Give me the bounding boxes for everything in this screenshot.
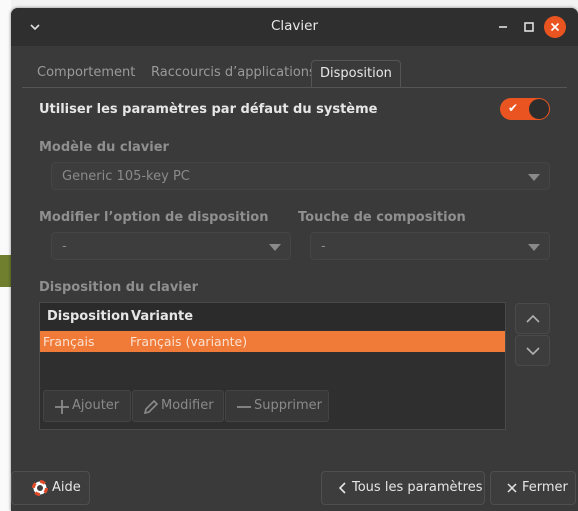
tab-layout[interactable]: Disposition [311, 60, 401, 87]
all-settings-button[interactable]: Tous les paramètres [321, 471, 485, 505]
keyboard-settings-window: Clavier Comportement Raccourcis d’applic… [11, 8, 578, 511]
layout-option-select[interactable]: - [51, 232, 291, 260]
column-header-layout[interactable]: Disposition [47, 309, 129, 324]
layouts-list: Disposition Variante Français Français (… [39, 302, 506, 430]
compose-key-select[interactable]: - [310, 232, 550, 260]
help-label: Aide [52, 480, 81, 495]
remove-layout-label: Supprimer [254, 398, 322, 413]
keyboard-model-label: Modèle du clavier [39, 140, 169, 155]
keyboard-model-value: Generic 105-key PC [62, 169, 190, 184]
row-layout-cell: Français [43, 334, 95, 349]
all-settings-label: Tous les paramètres [352, 480, 483, 495]
pencil-icon [143, 399, 159, 415]
close-button[interactable]: Fermer [490, 471, 576, 505]
chevron-up-icon [526, 314, 540, 323]
add-layout-label: Ajouter [72, 398, 120, 413]
layout-option-label: Modifier l’option de disposition [39, 210, 269, 225]
close-icon [507, 483, 517, 493]
row-variant-cell: Français (variante) [130, 334, 248, 349]
close-window-button[interactable] [544, 16, 566, 38]
layout-option-value: - [62, 239, 67, 254]
tab-behavior[interactable]: Comportement [29, 60, 143, 86]
move-down-button[interactable] [515, 335, 550, 366]
check-icon: ✔ [508, 101, 519, 115]
close-icon [550, 22, 560, 32]
close-label: Fermer [522, 480, 568, 495]
system-defaults-label: Utiliser les paramètres par défaut du sy… [39, 102, 378, 117]
add-layout-button[interactable]: Ajouter [43, 390, 131, 422]
dropdown-arrow-icon [269, 244, 281, 251]
toggle-knob [529, 99, 549, 119]
edit-layout-label: Modifier [161, 398, 214, 413]
table-row[interactable]: Français Français (variante) [40, 331, 505, 352]
tab-app-shortcuts[interactable]: Raccourcis d’applications [143, 60, 324, 86]
dropdown-arrow-icon [528, 244, 540, 251]
title-bar: Clavier [11, 8, 578, 46]
dropdown-arrow-icon [528, 174, 540, 181]
help-button[interactable]: Aide [11, 471, 90, 505]
maximize-icon[interactable] [519, 17, 539, 37]
system-defaults-toggle[interactable]: ✔ [500, 98, 550, 120]
list-header: Disposition Variante [40, 303, 505, 330]
move-up-button[interactable] [515, 303, 550, 334]
minimize-icon[interactable] [493, 17, 513, 37]
remove-layout-button[interactable]: Supprimer [225, 390, 329, 422]
background-strip [0, 255, 11, 287]
minus-icon [237, 406, 251, 408]
keyboard-model-select[interactable]: Generic 105-key PC [51, 162, 550, 190]
keyboard-layouts-label: Disposition du clavier [39, 280, 198, 295]
plus-icon [55, 400, 69, 414]
column-header-variant[interactable]: Variante [131, 309, 193, 324]
compose-key-label: Touche de composition [298, 210, 466, 225]
chevron-down-icon [526, 347, 540, 356]
chevron-left-icon [338, 482, 346, 494]
compose-key-value: - [321, 239, 326, 254]
tab-divider [22, 87, 567, 88]
edit-layout-button[interactable]: Modifier [132, 390, 224, 422]
lifebuoy-icon [32, 480, 48, 496]
